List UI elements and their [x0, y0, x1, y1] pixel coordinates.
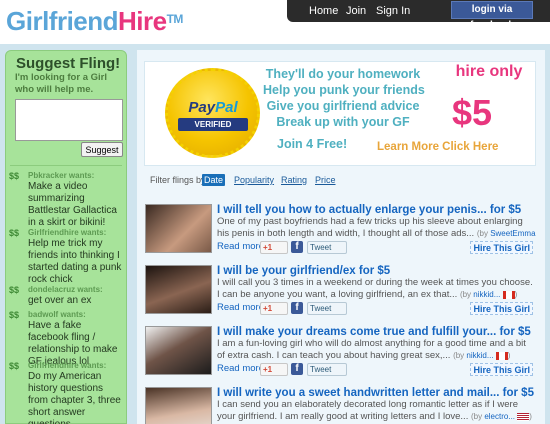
wish-text: Do my American history questions from ch… [28, 371, 121, 424]
paypal-pay: Pay [188, 99, 216, 116]
paypal-verified-seal: PayPal VERIFIED [165, 68, 260, 158]
suggest-button[interactable]: Suggest [81, 142, 123, 157]
google-plus-button[interactable]: +1 [260, 302, 288, 315]
sidebar-divider [10, 165, 122, 166]
google-plus-button[interactable]: +1 [260, 363, 288, 376]
join-free-text[interactable]: Join 4 Free! [277, 137, 347, 151]
read-more-link[interactable]: Read more [217, 241, 264, 252]
listing-description: One of my past boyfriends had a few tric… [217, 216, 536, 240]
wish-text: Help me trick my friends into thinking I… [28, 238, 122, 285]
facebook-share-icon[interactable]: f [291, 241, 303, 253]
listing-author[interactable]: nikkid... [473, 290, 500, 299]
listing-by-prefix: (by [459, 290, 474, 299]
sidebar-title: Suggest Fling! [16, 55, 121, 72]
listing-title[interactable]: I will tell you how to actually enlarge … [217, 204, 537, 216]
listing-thumbnail[interactable] [145, 204, 212, 253]
usa-flag-icon [517, 412, 530, 421]
wish-user[interactable]: Girlfriendhire wants: [28, 228, 106, 237]
paypal-pal: Pal [215, 99, 238, 116]
paypal-verified-label: VERIFIED [178, 118, 248, 131]
listing-by-prefix: (by [476, 229, 491, 238]
wish-text: Make a video summarizing Battlestar Gall… [28, 181, 117, 228]
dollar-icon: $$ [9, 171, 20, 181]
listing-title[interactable]: I will write you a sweet handwritten let… [217, 387, 537, 399]
filter-label: Filter flings by [150, 175, 206, 185]
filter-bar: Filter flings by Date Popularity Rating … [144, 172, 536, 188]
main-content: PayPal VERIFIED They'll do your homework… [137, 50, 545, 424]
listing-description: I will call you 3 times in a weekend or … [217, 277, 533, 300]
hire-this-girl-button[interactable]: Hire This Girl [470, 241, 533, 254]
suggestion-textarea[interactable] [15, 99, 123, 141]
listing-title[interactable]: I will make your dreams come true and fu… [217, 326, 537, 338]
facebook-login-button[interactable]: login via facebook [451, 1, 533, 31]
canada-flag-icon [495, 351, 508, 360]
sidebar-subtitle: I'm looking for a Girl who will help me. [15, 72, 107, 95]
price-text: $5 [452, 92, 493, 133]
nav-home-link[interactable]: Home [309, 5, 338, 17]
header: GirlfriendHireTM Home Join Sign In login… [0, 0, 550, 44]
banner-benefits: They'll do your homework Help you punk y… [263, 66, 425, 130]
banner-line: Break up with your GF [276, 115, 410, 129]
tweet-button[interactable]: Tweet [307, 363, 347, 376]
filter-rating[interactable]: Rating [279, 174, 309, 186]
filter-popularity[interactable]: Popularity [232, 174, 276, 186]
canada-flag-icon [502, 290, 515, 299]
listing-item: I will write you a sweet handwritten let… [144, 387, 536, 424]
read-more-link[interactable]: Read more [217, 302, 264, 313]
tweet-button[interactable]: Tweet [307, 241, 347, 254]
hire-this-girl-button[interactable]: Hire This Girl [470, 363, 533, 376]
listing-actions: Read more +1 f Tweet Hire This Girl [217, 241, 536, 255]
dollar-icon: $$ [9, 285, 20, 295]
facebook-share-icon[interactable]: f [291, 363, 303, 375]
listing-item: I will be your girlfriend/ex for $5 I wi… [144, 265, 536, 321]
wish-user[interactable]: dondelacruz wants: [28, 285, 103, 294]
facebook-share-icon[interactable]: f [291, 302, 303, 314]
tweet-button[interactable]: Tweet [307, 302, 347, 315]
wish-text: get over an ex [28, 295, 92, 306]
paypal-logo: PayPal [172, 99, 254, 116]
listing-author[interactable]: SweetEmma [490, 229, 535, 238]
listing-description: I am a fun-loving girl who will do almos… [217, 338, 526, 361]
dollar-icon: $$ [9, 361, 20, 371]
logo-part1: Girlfriend [6, 6, 119, 36]
listing-author[interactable]: nikkid... [466, 351, 493, 360]
listing-actions: Read more +1 f Tweet Hire This Girl [217, 302, 536, 316]
filter-price[interactable]: Price [313, 174, 338, 186]
google-plus-button[interactable]: +1 [260, 241, 288, 254]
nav-signin-link[interactable]: Sign In [376, 5, 410, 17]
learn-more-link[interactable]: Learn More Click Here [377, 141, 498, 153]
listing-thumbnail[interactable] [145, 387, 212, 424]
site-logo[interactable]: GirlfriendHireTM [6, 6, 183, 37]
wish-user[interactable]: Pbkracker wants: [28, 171, 94, 180]
listing-item: I will tell you how to actually enlarge … [144, 204, 536, 260]
listing-by-prefix: (by [453, 351, 467, 360]
wish-user[interactable]: Girlfriendhire wants: [28, 361, 106, 370]
suggest-fling-sidebar: Suggest Fling! I'm looking for a Girl wh… [5, 50, 127, 424]
wish-user[interactable]: badwolf wants: [28, 310, 86, 319]
promo-banner[interactable]: PayPal VERIFIED They'll do your homework… [144, 61, 536, 166]
listing-item: I will make your dreams come true and fu… [144, 326, 536, 382]
listing-title[interactable]: I will be your girlfriend/ex for $5 [217, 265, 537, 277]
logo-part2: Hire [118, 6, 167, 36]
listing-description: I can send you an elaborately decorated … [217, 399, 532, 422]
filter-date[interactable]: Date [202, 174, 226, 186]
banner-line: Give you girlfriend advice [266, 99, 420, 113]
logo-tm: TM [166, 12, 184, 26]
dollar-icon: $$ [9, 310, 20, 320]
banner-line: Help you punk your friends [263, 83, 425, 97]
hire-only-text: hire only [455, 63, 523, 80]
banner-line: They'll do your homework [265, 67, 421, 81]
dollar-icon: $$ [9, 228, 20, 238]
listing-thumbnail[interactable] [145, 326, 212, 375]
listing-thumbnail[interactable] [145, 265, 212, 314]
listing-actions: Read more +1 f Tweet Hire This Girl [217, 363, 536, 377]
hire-this-girl-button[interactable]: Hire This Girl [470, 302, 533, 315]
read-more-link[interactable]: Read more [217, 363, 264, 374]
listing-author[interactable]: electro... [484, 412, 515, 421]
nav-join-link[interactable]: Join [346, 5, 366, 17]
listing-by-prefix: (by [470, 412, 485, 421]
